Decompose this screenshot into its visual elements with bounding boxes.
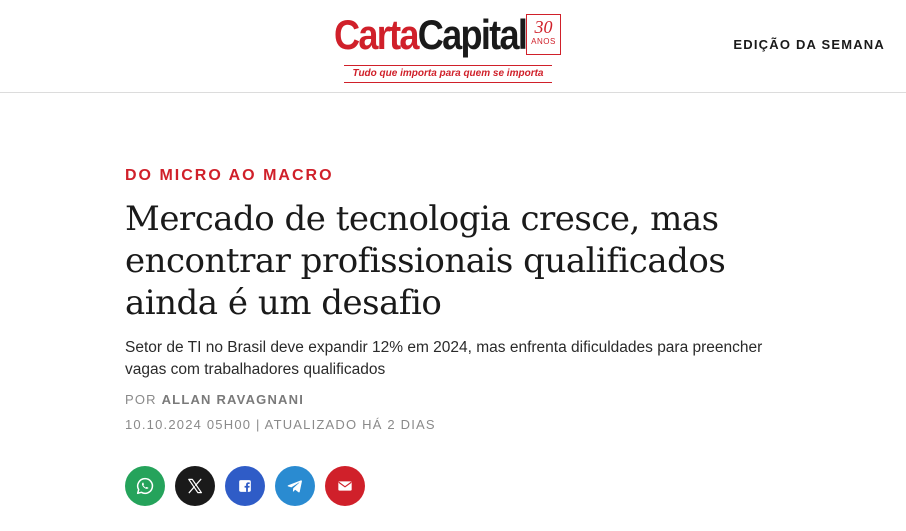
article-headline: Mercado de tecnologia cresce, mas encont… bbox=[125, 199, 726, 323]
article-subtitle: Setor de TI no Brasil deve expandir 12% … bbox=[125, 339, 763, 378]
byline: POR ALLAN RAVAGNANI bbox=[125, 392, 304, 407]
author-link[interactable]: ALLAN RAVAGNANI bbox=[162, 392, 304, 407]
byline-prefix: POR bbox=[125, 392, 157, 407]
weekly-edition-link[interactable]: EDIÇÃO DA SEMANA bbox=[733, 37, 885, 52]
dateline: 10.10.2024 05H00 | ATUALIZADO HÁ 2 DIAS bbox=[125, 417, 436, 432]
logo-capital-text: Capital bbox=[417, 11, 528, 58]
logo-wordmark: CartaCapital bbox=[334, 11, 528, 58]
badge-label: ANOS bbox=[531, 37, 556, 46]
facebook-icon bbox=[239, 480, 251, 492]
share-facebook-button[interactable] bbox=[225, 466, 265, 506]
share-x-button[interactable] bbox=[175, 466, 215, 506]
cartacapital-logo[interactable]: CartaCapital 30 ANOS Tudo que importa pa… bbox=[334, 12, 562, 84]
badge-number: 30 bbox=[534, 17, 553, 37]
whatsapp-icon bbox=[136, 477, 154, 495]
article-kicker[interactable]: DO MICRO AO MACRO bbox=[125, 167, 334, 185]
share-telegram-button[interactable] bbox=[275, 466, 315, 506]
site-header: CartaCapital 30 ANOS Tudo que importa pa… bbox=[0, 0, 906, 93]
logo-tagline: Tudo que importa para quem se importa bbox=[344, 65, 552, 83]
share-email-button[interactable] bbox=[325, 466, 365, 506]
x-icon bbox=[188, 478, 203, 494]
anniversary-badge: 30 ANOS bbox=[526, 14, 561, 55]
email-icon bbox=[338, 481, 352, 491]
share-bar bbox=[125, 466, 365, 506]
telegram-icon bbox=[287, 480, 302, 493]
share-whatsapp-button[interactable] bbox=[125, 466, 165, 506]
logo-carta-text: Carta bbox=[334, 11, 419, 58]
